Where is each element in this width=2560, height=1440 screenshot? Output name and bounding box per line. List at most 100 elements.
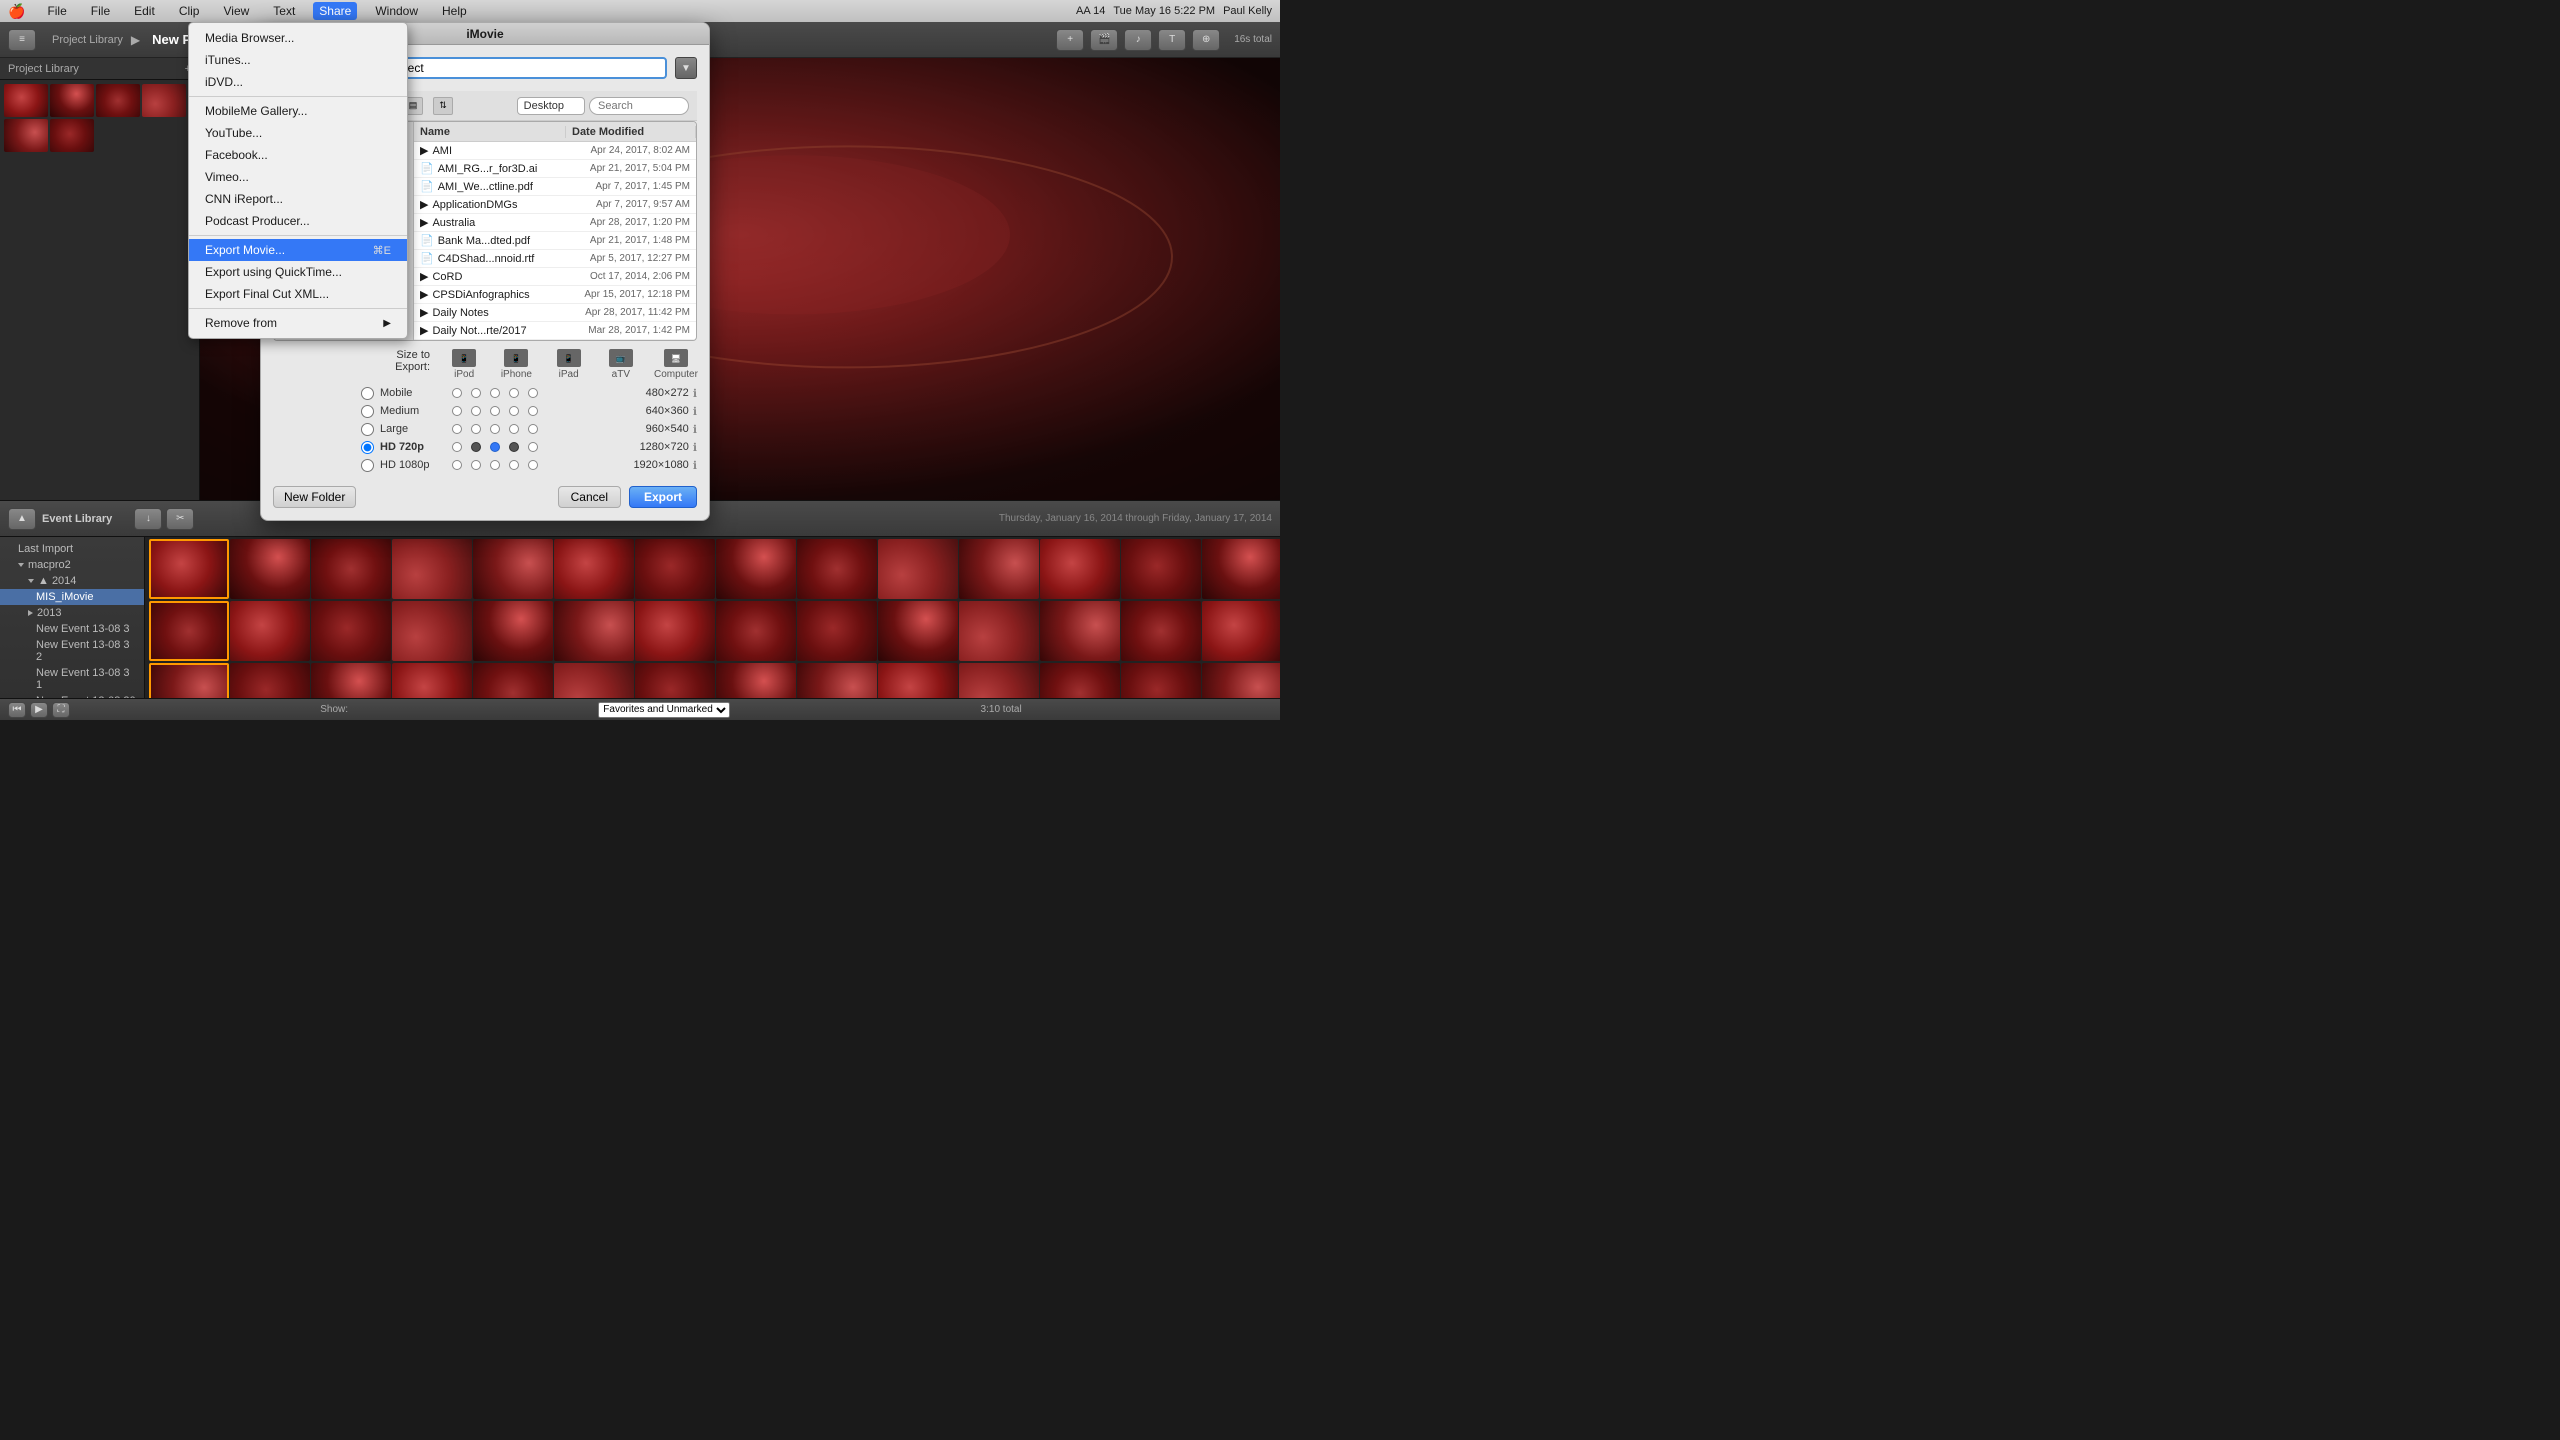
import-button[interactable]: ↓	[134, 508, 162, 530]
project-thumb[interactable]	[142, 84, 186, 117]
project-thumb[interactable]	[50, 84, 94, 117]
new-folder-button[interactable]: New Folder	[273, 486, 356, 508]
menu-export-movie[interactable]: Export Movie... ⌘E	[189, 239, 407, 261]
size-large-info[interactable]: ℹ	[693, 423, 697, 436]
film-clip[interactable]	[473, 539, 553, 599]
size-large-radio[interactable]	[361, 423, 374, 436]
menu-export-finalcut[interactable]: Export Final Cut XML...	[189, 283, 407, 305]
menu-cnn[interactable]: CNN iReport...	[189, 188, 407, 210]
menu-edit[interactable]: Edit	[128, 2, 161, 20]
export-as-options-button[interactable]: ▼	[675, 57, 697, 79]
film-clip[interactable]	[554, 539, 634, 599]
project-thumb[interactable]	[96, 84, 140, 117]
menu-media-browser[interactable]: Media Browser...	[189, 27, 407, 49]
sidebar-last-import[interactable]: Last Import	[0, 541, 144, 557]
menu-file[interactable]: File	[85, 2, 116, 20]
sidebar-event-3[interactable]: New Event 13-08 3 1	[0, 665, 144, 693]
menu-vimeo[interactable]: Vimeo...	[189, 166, 407, 188]
menu-export-quicktime[interactable]: Export using QuickTime...	[189, 261, 407, 283]
apple-menu[interactable]: 🍎	[8, 3, 25, 20]
show-dropdown[interactable]: Favorites and Unmarked	[598, 702, 730, 718]
menu-podcast[interactable]: Podcast Producer...	[189, 210, 407, 232]
menu-window[interactable]: Window	[369, 2, 424, 20]
size-hd720-info[interactable]: ℹ	[693, 441, 697, 454]
play-button[interactable]: ▶	[30, 702, 48, 718]
film-clip[interactable]	[1040, 539, 1120, 599]
film-clip[interactable]	[149, 601, 229, 661]
film-clip[interactable]	[311, 601, 391, 661]
film-clip[interactable]	[1202, 601, 1280, 661]
film-clip[interactable]	[473, 601, 553, 661]
film-clip[interactable]	[1040, 601, 1120, 661]
search-input[interactable]	[589, 97, 689, 115]
location-dropdown[interactable]: Desktop	[517, 97, 585, 115]
film-clip[interactable]	[1121, 539, 1201, 599]
project-library-button[interactable]: ≡	[8, 29, 36, 51]
file-row[interactable]: 📄AMI_We...ctline.pdf Apr 7, 2017, 1:45 P…	[414, 178, 696, 196]
menu-facebook[interactable]: Facebook...	[189, 144, 407, 166]
film-clip[interactable]	[878, 539, 958, 599]
file-row[interactable]: 📄AMI_RG...r_for3D.ai Apr 21, 2017, 5:04 …	[414, 160, 696, 178]
size-mobile-radio[interactable]	[361, 387, 374, 400]
name-column-header[interactable]: Name	[414, 126, 566, 138]
add-media-button[interactable]: +	[1056, 29, 1084, 51]
sidebar-event-2[interactable]: New Event 13-08 3 2	[0, 637, 144, 665]
sidebar-mis-imovie[interactable]: MIS_iMovie	[0, 589, 144, 605]
file-row[interactable]: 📄C4DShad...nnoid.rtf Apr 5, 2017, 12:27 …	[414, 250, 696, 268]
themes-button[interactable]: 🎬	[1090, 29, 1118, 51]
film-clip[interactable]	[797, 539, 877, 599]
menu-remove-from[interactable]: Remove from ▶	[189, 312, 407, 334]
sidebar-macpro2[interactable]: macpro2	[0, 557, 144, 573]
date-column-header[interactable]: Date Modified	[566, 126, 696, 138]
film-clip[interactable]	[959, 601, 1039, 661]
film-clip[interactable]	[149, 539, 229, 599]
film-clip[interactable]	[311, 539, 391, 599]
film-clip[interactable]	[230, 539, 310, 599]
cancel-button[interactable]: Cancel	[558, 486, 621, 508]
film-clip[interactable]	[716, 539, 796, 599]
size-medium-radio[interactable]	[361, 405, 374, 418]
menu-itunes[interactable]: iTunes...	[189, 49, 407, 71]
size-hd1080-radio[interactable]	[361, 459, 374, 472]
film-clip[interactable]	[635, 601, 715, 661]
file-row[interactable]: ▶AMI Apr 24, 2017, 8:02 AM	[414, 142, 696, 160]
size-mobile-info[interactable]: ℹ	[693, 387, 697, 400]
menu-imovie[interactable]: File	[41, 2, 72, 20]
film-clip[interactable]	[230, 601, 310, 661]
menu-share[interactable]: Share	[313, 2, 357, 20]
menu-text[interactable]: Text	[267, 2, 301, 20]
film-clip[interactable]	[554, 601, 634, 661]
clip-tools-button[interactable]: ✂	[166, 508, 194, 530]
file-row[interactable]: 📄Bank Ma...dted.pdf Apr 21, 2017, 1:48 P…	[414, 232, 696, 250]
menu-clip[interactable]: Clip	[173, 2, 206, 20]
project-thumb[interactable]	[4, 84, 48, 117]
event-library-toggle[interactable]: ▲	[8, 508, 36, 530]
film-clip[interactable]	[1202, 539, 1280, 599]
export-button[interactable]: Export	[629, 486, 697, 508]
film-clip[interactable]	[1121, 601, 1201, 661]
menu-idvd[interactable]: iDVD...	[189, 71, 407, 93]
transitions-button[interactable]: ⊕	[1192, 29, 1220, 51]
menu-mobileme[interactable]: MobileMe Gallery...	[189, 100, 407, 122]
file-row[interactable]: ▶CoRD Oct 17, 2014, 2:06 PM	[414, 268, 696, 286]
film-clip[interactable]	[392, 601, 472, 661]
menu-view[interactable]: View	[217, 2, 255, 20]
fullscreen-button[interactable]: ⛶	[52, 702, 70, 718]
project-thumb[interactable]	[50, 119, 94, 152]
file-row[interactable]: ▶Daily Not...rte/2017 Mar 28, 2017, 1:42…	[414, 322, 696, 340]
size-hd1080-info[interactable]: ℹ	[693, 459, 697, 472]
film-clip[interactable]	[797, 601, 877, 661]
film-clip[interactable]	[878, 601, 958, 661]
audio-button[interactable]: ♪	[1124, 29, 1152, 51]
rewind-button[interactable]: ⏮	[8, 702, 26, 718]
file-row[interactable]: ▶ApplicationDMGs Apr 7, 2017, 9:57 AM	[414, 196, 696, 214]
film-clip[interactable]	[959, 539, 1039, 599]
size-hd720-radio[interactable]	[361, 441, 374, 454]
film-clip[interactable]	[716, 601, 796, 661]
arrange-button[interactable]: ⇅	[433, 97, 453, 115]
sidebar-event-1[interactable]: New Event 13-08 3	[0, 621, 144, 637]
file-row[interactable]: ▶Daily Notes Apr 28, 2017, 11:42 PM	[414, 304, 696, 322]
sidebar-2013[interactable]: 2013	[0, 605, 144, 621]
sidebar-2014[interactable]: ▲ 2014	[0, 573, 144, 589]
film-clip[interactable]	[635, 539, 715, 599]
